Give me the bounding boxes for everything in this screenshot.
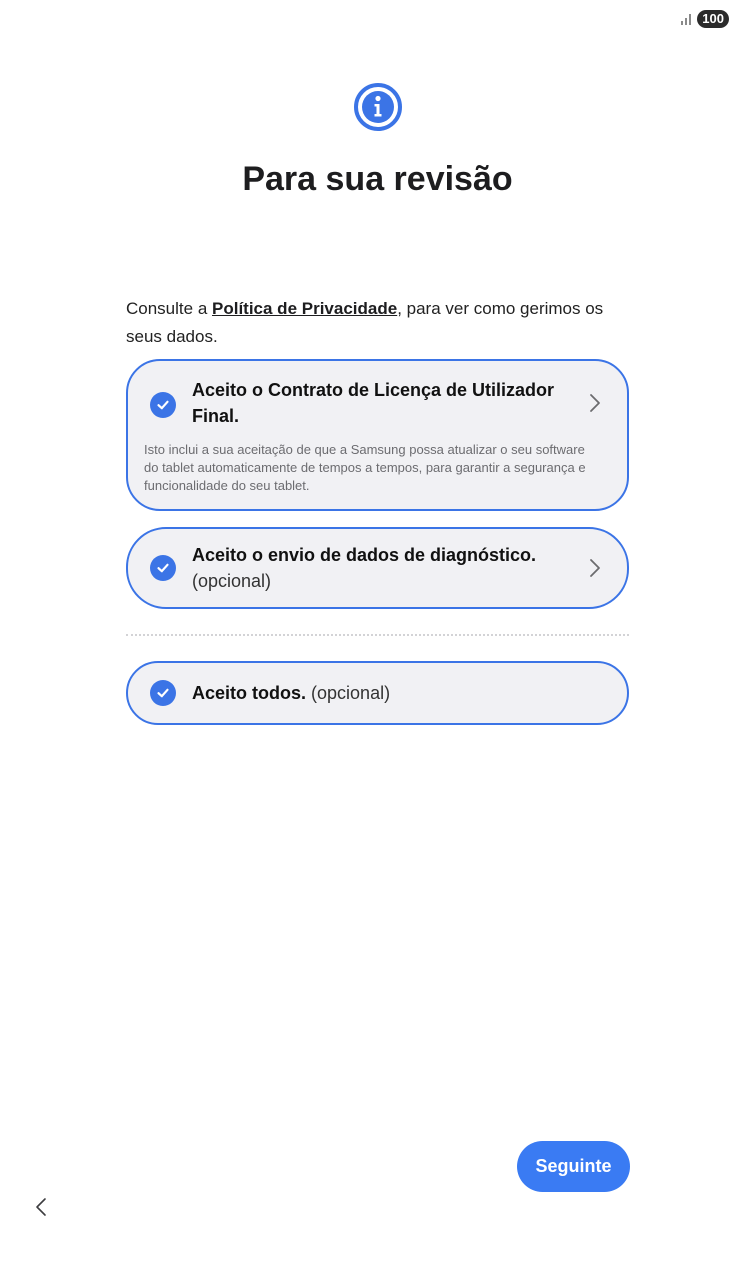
eula-title-row: Aceito o Contrato de Licença de Utilizad… (192, 377, 603, 429)
accept-all-title: Aceito todos. (192, 683, 307, 703)
status-bar: 100 (681, 10, 729, 28)
eula-description: Isto inclui a sua aceitação de que a Sam… (144, 442, 586, 493)
eula-checkbox[interactable] (150, 392, 176, 418)
intro-prefix: Consulte a (126, 299, 212, 318)
chevron-right-icon[interactable] (587, 557, 603, 579)
battery-indicator: 100 (697, 10, 729, 28)
divider (126, 634, 629, 636)
eula-title: Aceito o Contrato de Licença de Utilizad… (192, 380, 555, 426)
accept-all-card[interactable]: Aceito todos. (opcional) (126, 661, 629, 725)
accept-all-optional: (opcional) (311, 683, 391, 703)
diagnostics-text: Aceito o envio de dados de diagnóstico. … (192, 542, 577, 594)
diagnostics-title-row: Aceito o envio de dados de diagnóstico. … (192, 542, 603, 594)
info-icon (354, 83, 402, 131)
diagnostics-consent-card[interactable]: Aceito o envio de dados de diagnóstico. … (126, 527, 629, 609)
diagnostics-card-body: Aceito o envio de dados de diagnóstico. … (192, 542, 603, 594)
intro-text: Consulte a Política de Privacidade, para… (126, 295, 636, 351)
next-button[interactable]: Seguinte (517, 1141, 630, 1192)
accept-all-checkbox[interactable] (150, 680, 176, 706)
diagnostics-title: Aceito o envio de dados de diagnóstico. (192, 545, 537, 565)
diagnostics-checkbox[interactable] (150, 555, 176, 581)
check-icon (157, 400, 169, 410)
page-title: Para sua revisão (242, 160, 513, 198)
accept-all-label: Aceito todos. (opcional) (192, 680, 390, 706)
eula-consent-card[interactable]: Aceito o Contrato de Licença de Utilizad… (126, 359, 629, 511)
signal-icon (681, 13, 692, 25)
check-icon (157, 563, 169, 573)
check-icon (157, 688, 169, 698)
eula-card-body: Aceito o Contrato de Licença de Utilizad… (144, 377, 603, 495)
back-chevron-icon[interactable] (30, 1195, 54, 1219)
privacy-policy-link[interactable]: Política de Privacidade (212, 299, 397, 318)
chevron-right-icon[interactable] (587, 392, 603, 414)
diagnostics-optional: (opcional) (192, 571, 272, 591)
